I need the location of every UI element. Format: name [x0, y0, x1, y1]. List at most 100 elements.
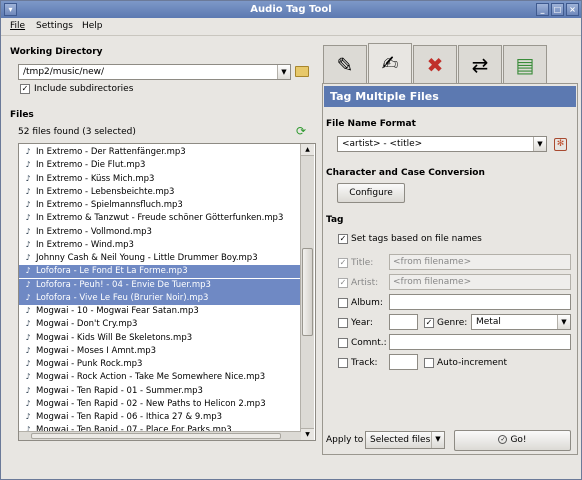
file-list-row[interactable]: ♪ Mogwai - Ten Rapid - 06 - Ithica 27 & 9…	[19, 411, 303, 424]
genre-value: Metal	[476, 317, 501, 327]
file-list[interactable]: ♪ In Extremo - Der Rattenfänger.mp3 ♪ In Ex…	[18, 143, 316, 441]
scrollbar-horizontal-thumb[interactable]	[31, 433, 281, 439]
file-name: In Extremo - Lebensbeichte.mp3	[36, 186, 175, 197]
audio-file-icon: ♪	[25, 319, 31, 329]
file-list-row[interactable]: ♪ Johnny Cash & Neil Young - Little Drumm…	[19, 252, 303, 265]
genre-combo[interactable]: Metal ▼	[471, 314, 571, 330]
file-list-row[interactable]: ♪ In Extremo - Der Rattenfänger.mp3	[19, 146, 303, 159]
file-list-row[interactable]: ♪ Mogwai - Ten Rapid - 02 - New Paths to …	[19, 398, 303, 411]
apply-to-label: Apply to	[326, 435, 364, 445]
format-settings-icon[interactable]: ✻	[554, 138, 567, 151]
file-list-horizontal-scrollbar[interactable]	[19, 431, 301, 440]
file-list-row[interactable]: ♪ In Extremo - Die Flut.mp3	[19, 159, 303, 172]
menu-file[interactable]: File	[10, 21, 25, 31]
file-name: In Extremo - Der Rattenfänger.mp3	[36, 147, 186, 157]
chevron-down-icon[interactable]: ▼	[533, 137, 546, 151]
chevron-down-icon[interactable]: ▼	[557, 315, 570, 329]
apply-to-combo[interactable]: Selected files ▼	[365, 431, 445, 449]
file-name: In Extremo - Spielmannsfluch.mp3	[36, 200, 183, 210]
chevron-down-icon[interactable]: ▼	[431, 432, 444, 448]
files-count: 52 files found (3 selected)	[18, 127, 136, 137]
file-list-row[interactable]: ♪ In Extremo - Lebensbeichte.mp3	[19, 186, 303, 199]
track-field[interactable]	[389, 354, 418, 370]
auto-increment-checkbox[interactable]	[424, 358, 434, 368]
year-field[interactable]	[389, 314, 418, 330]
file-list-row[interactable]: ♪ Mogwai - 10 - Mogwai Fear Satan.mp3	[19, 305, 303, 318]
file-list-row[interactable]: ♪ Mogwai - Kids Will Be Skeletons.mp3	[19, 332, 303, 345]
working-directory-heading: Working Directory	[10, 47, 103, 57]
file-name: Mogwai - Ten Rapid - 06 - Ithica 27 & 9.…	[36, 412, 223, 422]
file-list-row[interactable]: ♪ Mogwai - Don't Cry.mp3	[19, 318, 303, 331]
album-checkbox[interactable]	[338, 298, 348, 308]
audio-file-icon: ♪	[25, 279, 31, 289]
set-tags-from-filenames-checkbox[interactable]: ✓	[338, 234, 348, 244]
title-field[interactable]: <from filename>	[389, 254, 571, 270]
go-button[interactable]: ✓ Go!	[454, 430, 571, 451]
artist-checkbox[interactable]: ✓	[338, 278, 348, 288]
working-directory-combo[interactable]: /tmp2/music/new/ ▼	[18, 64, 291, 80]
file-list-row[interactable]: ♪ Lofofora - Peuh! - 04 - Envie De Tuer.m…	[19, 278, 303, 292]
menu-settings[interactable]: Settings	[36, 21, 73, 31]
scrollbar-thumb[interactable]	[302, 248, 313, 336]
file-list-row[interactable]: ♪ Lofofora - Vive Le Feu (Brurier Noir).m…	[19, 291, 303, 305]
title-checkbox[interactable]: ✓	[338, 258, 348, 268]
tab-clear-tag[interactable]: ✖	[413, 45, 457, 83]
tab-playlist[interactable]: ▤	[503, 45, 547, 83]
file-list-row[interactable]: ♪ In Extremo - Küss Mich.mp3	[19, 173, 303, 186]
comment-checkbox[interactable]	[338, 338, 348, 348]
refresh-icon[interactable]: ⟳	[294, 125, 308, 138]
filename-format-combo[interactable]: <artist> - <title> ▼	[337, 136, 547, 152]
scroll-down-icon[interactable]: ▼	[301, 428, 314, 440]
file-list-row[interactable]: ♪ In Extremo - Wind.mp3	[19, 239, 303, 252]
file-list-row[interactable]: ♪ In Extremo - Spielmannsfluch.mp3	[19, 199, 303, 212]
close-icon[interactable]: ×	[566, 3, 579, 16]
file-list-row[interactable]: ♪ Mogwai - Ten Rapid - 01 - Summer.mp3	[19, 385, 303, 398]
file-name: Mogwai - Punk Rock.mp3	[36, 359, 143, 369]
year-checkbox[interactable]	[338, 318, 348, 328]
playlist-icon: ▤	[515, 53, 535, 77]
maximize-icon[interactable]: □	[551, 3, 564, 16]
comment-field[interactable]	[389, 334, 571, 350]
title-bar[interactable]: Audio Tag Tool ▾ _ □ ×	[1, 1, 581, 18]
album-field[interactable]	[389, 294, 571, 310]
file-list-row[interactable]: ♪ Mogwai - Punk Rock.mp3	[19, 358, 303, 371]
file-name: Mogwai - Moses I Amnt.mp3	[36, 345, 157, 356]
working-directory-path: /tmp2/music/new/	[23, 67, 105, 77]
audio-file-icon: ♪	[25, 306, 31, 315]
minimize-icon[interactable]: _	[536, 3, 549, 16]
album-label: Album:	[351, 298, 383, 308]
audio-file-icon: ♪	[25, 213, 31, 223]
include-subdirectories-checkbox[interactable]: ✓	[20, 84, 30, 94]
browse-folder-icon[interactable]	[295, 66, 309, 77]
file-name: Mogwai - 10 - Mogwai Fear Satan.mp3	[36, 306, 199, 316]
file-list-row[interactable]: ♪ In Extremo & Tanzwut - Freude schöner G…	[19, 212, 303, 225]
audio-file-icon: ♪	[25, 359, 31, 368]
configure-button[interactable]: Configure	[337, 183, 405, 203]
genre-label: Genre:	[437, 318, 468, 328]
chevron-down-icon[interactable]: ▼	[277, 65, 290, 79]
file-name: Mogwai - Ten Rapid - 01 - Summer.mp3	[36, 385, 203, 396]
menu-help[interactable]: Help	[82, 21, 103, 31]
file-list-row[interactable]: ♪ Mogwai - Rock Action - Take Me Somewher…	[19, 371, 303, 384]
tab-tag-multiple-files[interactable]: ✍	[368, 43, 412, 84]
file-name: Lofofora - Peuh! - 04 - Envie De Tuer.mp…	[36, 279, 211, 290]
genre-checkbox[interactable]: ✓	[424, 318, 434, 328]
comment-label: Comnt.:	[351, 338, 387, 348]
tab-rename-files[interactable]: ⇄	[458, 45, 502, 83]
file-list-vertical-scrollbar[interactable]: ▲ ▼	[300, 144, 314, 440]
window-menu-icon[interactable]: ▾	[4, 3, 17, 16]
scroll-up-icon[interactable]: ▲	[301, 144, 314, 156]
file-name: In Extremo & Tanzwut - Freude schöner Gö…	[36, 213, 284, 224]
audio-file-icon: ♪	[25, 160, 31, 170]
main-window: Audio Tag Tool ▾ _ □ × File Settings Hel…	[0, 0, 582, 480]
tab-edit-tag[interactable]: ✎	[323, 45, 367, 83]
audio-file-icon: ♪	[25, 266, 31, 276]
artist-field[interactable]: <from filename>	[389, 274, 571, 290]
audio-file-icon: ♪	[25, 292, 31, 302]
filename-format-value: <artist> - <title>	[342, 139, 423, 149]
track-checkbox[interactable]	[338, 358, 348, 368]
file-list-row[interactable]: ♪ Lofofora - Le Fond Et La Forme.mp3	[19, 265, 303, 279]
file-list-row[interactable]: ♪ Mogwai - Moses I Amnt.mp3	[19, 345, 303, 358]
case-conversion-heading: Character and Case Conversion	[326, 168, 485, 178]
file-list-row[interactable]: ♪ In Extremo - Vollmond.mp3	[19, 226, 303, 239]
